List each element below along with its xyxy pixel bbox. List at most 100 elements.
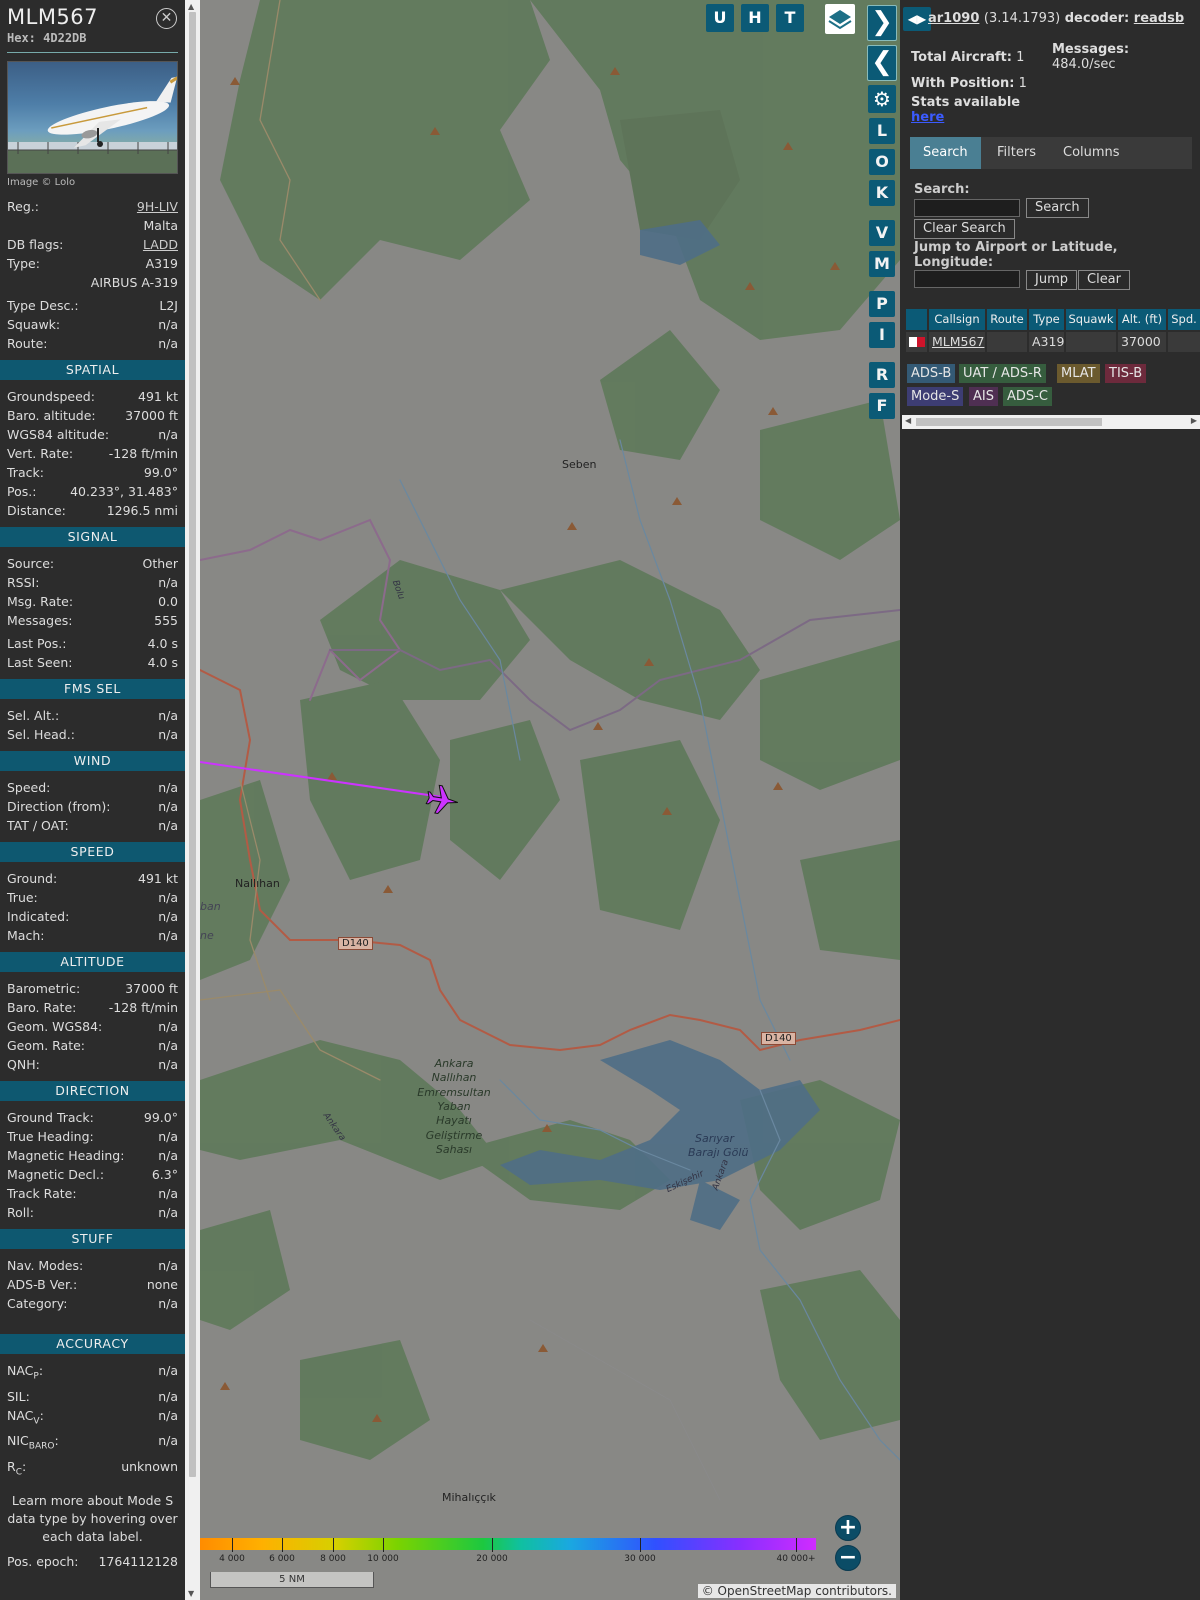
reg-link[interactable]: 9H-LIV: [137, 197, 178, 216]
altitude-tick-label: 10 000: [367, 1554, 399, 1564]
clear-jump-button[interactable]: Clear: [1078, 270, 1130, 290]
detail-label: WGS84 altitude:: [7, 427, 110, 442]
detail-row: Track: 99.0°: [0, 463, 185, 482]
hex-label: Hex:: [7, 31, 36, 45]
aircraft-header: MLM567 Hex: 4D22DB ✕: [0, 0, 185, 45]
map-view[interactable]: Seben Nallıhan Mihalıççık ban ne D140 D140 Bolu…: [200, 0, 900, 1600]
table-header-type[interactable]: Type: [1029, 309, 1064, 330]
reserve-label-line: Sahası: [435, 1142, 473, 1156]
search-input[interactable]: [914, 199, 1020, 217]
type-full-value: AIRBUS A-319: [90, 275, 178, 290]
type-value: A319: [145, 256, 178, 271]
layers-icon[interactable]: [825, 4, 855, 34]
button-k[interactable]: K: [869, 180, 895, 206]
detail-label: Distance:: [7, 503, 66, 518]
edge-fragment-2: ne: [200, 929, 214, 942]
zoom-in-button[interactable]: +: [835, 1515, 861, 1541]
detail-row: True Heading: n/a: [0, 1127, 185, 1146]
button-m[interactable]: M: [869, 251, 895, 277]
detail-value: n/a: [158, 708, 178, 723]
squawk-label: Squawk:: [7, 317, 61, 332]
source-tag-ais[interactable]: AIS: [969, 387, 998, 406]
table-header-route[interactable]: Route: [987, 309, 1027, 330]
hex-code: Hex: 4D22DB: [7, 31, 178, 45]
type-label: Type:: [7, 256, 40, 271]
detail-value: n/a: [158, 928, 178, 943]
dbflags-link[interactable]: LADD: [143, 235, 178, 254]
decoder-link[interactable]: readsb: [1134, 11, 1184, 26]
detail-row: Magnetic Decl.: 6.3°: [0, 1165, 185, 1184]
clear-search-button[interactable]: Clear Search: [914, 219, 1015, 239]
sidebar-scrollbar[interactable]: ▲ ▼: [185, 0, 200, 1600]
table-header-speed[interactable]: Spd.: [1168, 309, 1200, 330]
typedesc-label: Type Desc.:: [7, 298, 79, 313]
detail-value: n/a: [158, 1296, 178, 1311]
collapse-left-icon[interactable]: ❮: [867, 45, 897, 81]
hex-value: 4D22DB: [43, 31, 87, 45]
osm-attribution[interactable]: © OpenStreetMap contributors.: [697, 1584, 896, 1598]
source-tag-tisb[interactable]: TIS-B: [1105, 364, 1147, 383]
scroll-right-arrow-icon[interactable]: ▶: [1191, 416, 1197, 425]
source-tag-uat[interactable]: UAT / ADS-R: [959, 364, 1046, 383]
detail-label: Messages:: [7, 613, 73, 628]
button-l[interactable]: L: [869, 118, 895, 144]
close-icon[interactable]: ✕: [156, 8, 177, 29]
button-f[interactable]: F: [869, 393, 895, 419]
source-tag-adsb[interactable]: ADS-B: [907, 364, 956, 383]
row-callsign[interactable]: MLM567: [929, 332, 985, 352]
reg-label: Reg.:: [7, 199, 39, 214]
typedesc-row: Type Desc.: L2J: [0, 296, 185, 315]
table-header-squawk[interactable]: Squawk: [1066, 309, 1116, 330]
scroll-left-arrow-icon[interactable]: ◀: [905, 416, 911, 425]
panel-tabs: Search Filters Columns: [910, 137, 1192, 169]
detail-label: Baro. Rate:: [7, 1000, 77, 1015]
panel-toggle-icon[interactable]: ◀▶: [903, 7, 931, 31]
settings-gear-icon[interactable]: ⚙: [868, 85, 896, 113]
scale-bar: 5 NM: [210, 1572, 374, 1588]
jump-input[interactable]: [914, 270, 1020, 288]
button-p[interactable]: P: [869, 291, 895, 317]
table-header-callsign[interactable]: Callsign: [929, 309, 985, 330]
detail-value: Other: [142, 556, 179, 571]
button-i[interactable]: I: [869, 322, 895, 348]
tab-columns[interactable]: Columns: [1050, 137, 1133, 169]
toggle-h-button[interactable]: H: [741, 4, 769, 32]
detail-row: True: n/a: [0, 888, 185, 907]
button-o[interactable]: O: [869, 149, 895, 175]
detail-label: Geom. Rate:: [7, 1038, 86, 1053]
aircraft-photo-image: [8, 76, 177, 173]
toggle-t-button[interactable]: T: [776, 4, 804, 32]
button-r[interactable]: R: [869, 362, 895, 388]
scroll-down-arrow-icon[interactable]: ▼: [188, 1589, 194, 1598]
sil-row: SIL: n/a: [0, 1387, 185, 1406]
toggle-u-button[interactable]: U: [706, 4, 734, 32]
route-row: Route: n/a: [0, 334, 185, 353]
app-name-link[interactable]: ar1090: [928, 11, 979, 26]
source-tag-modes[interactable]: Mode-S: [907, 387, 964, 406]
table-horizontal-scrollbar[interactable]: ◀ ▶: [902, 415, 1200, 429]
detail-sections: SPATIAL Groundspeed: 491 kt Baro. altitude:…: [0, 360, 185, 1313]
button-v[interactable]: V: [869, 220, 895, 246]
sidebar-scrollbar-thumb[interactable]: [189, 12, 196, 1477]
tab-search[interactable]: Search: [910, 137, 981, 169]
altitude-tick-mark: [333, 1538, 334, 1552]
source-tag-adsc[interactable]: ADS-C: [1003, 387, 1052, 406]
table-header-altitude[interactable]: Alt. (ft): [1118, 309, 1166, 330]
detail-label: Category:: [7, 1296, 68, 1311]
source-tag-mlat[interactable]: MLAT: [1057, 364, 1100, 383]
detail-row: Last Seen: 4.0 s: [0, 653, 185, 672]
jump-button[interactable]: Jump: [1026, 270, 1077, 290]
expand-right-icon[interactable]: ❯: [867, 5, 897, 41]
scroll-up-arrow-icon[interactable]: ▲: [188, 2, 194, 11]
tab-filters[interactable]: Filters: [984, 137, 1049, 169]
table-scrollbar-thumb[interactable]: [916, 418, 1102, 426]
with-position: With Position: 1: [911, 76, 1027, 91]
detail-label: Last Seen:: [7, 655, 73, 670]
stats-here-link[interactable]: here: [911, 110, 944, 125]
detail-row: Pos.: 40.233°, 31.483°: [0, 482, 185, 501]
nic-label: NICBARO:: [7, 1433, 59, 1452]
search-button[interactable]: Search: [1026, 198, 1089, 218]
altitude-tick-label: 20 000: [476, 1554, 508, 1564]
zoom-out-button[interactable]: −: [835, 1545, 861, 1571]
aircraft-photo[interactable]: [7, 61, 178, 174]
